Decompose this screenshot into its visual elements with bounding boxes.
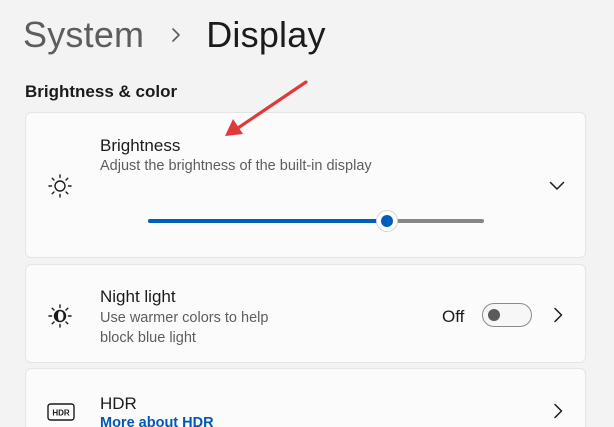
brightness-card: Brightness Adjust the brightness of the … bbox=[25, 112, 586, 258]
slider-thumb-dot bbox=[380, 215, 393, 227]
toggle-knob bbox=[488, 309, 500, 321]
settings-page: System Display Brightness & color Bright… bbox=[0, 0, 614, 427]
slider-thumb[interactable] bbox=[375, 210, 398, 232]
brightness-description: Adjust the brightness of the built-in di… bbox=[100, 158, 372, 174]
night-light-toggle[interactable] bbox=[482, 303, 532, 327]
sun-icon bbox=[47, 173, 73, 199]
slider-fill bbox=[148, 219, 387, 223]
night-light-description-line1: Use warmer colors to help bbox=[100, 310, 269, 326]
section-title: Brightness & color bbox=[25, 82, 178, 101]
night-light-icon bbox=[47, 303, 73, 329]
night-light-card[interactable]: Night light Use warmer colors to help bl… bbox=[25, 264, 586, 363]
breadcrumb-system-link[interactable]: System bbox=[23, 14, 144, 56]
more-about-hdr-link[interactable]: More about HDR bbox=[100, 415, 214, 427]
hdr-card[interactable]: HDR HDR More about HDR bbox=[25, 368, 586, 427]
svg-text:HDR: HDR bbox=[52, 409, 70, 418]
chevron-right-icon[interactable] bbox=[548, 401, 568, 421]
chevron-right-icon[interactable] bbox=[548, 305, 568, 325]
brightness-title: Brightness bbox=[100, 136, 181, 155]
hdr-title: HDR bbox=[100, 394, 137, 413]
night-light-toggle-status: Off bbox=[442, 307, 465, 326]
hdr-icon: HDR bbox=[47, 399, 75, 425]
night-light-title: Night light bbox=[100, 287, 176, 306]
breadcrumb: System Display bbox=[23, 10, 326, 60]
brightness-slider[interactable] bbox=[148, 209, 484, 233]
page-title: Display bbox=[206, 14, 326, 55]
chevron-right-icon bbox=[164, 23, 188, 47]
chevron-down-icon[interactable] bbox=[547, 176, 567, 196]
night-light-description-line2: block blue light bbox=[100, 330, 196, 346]
